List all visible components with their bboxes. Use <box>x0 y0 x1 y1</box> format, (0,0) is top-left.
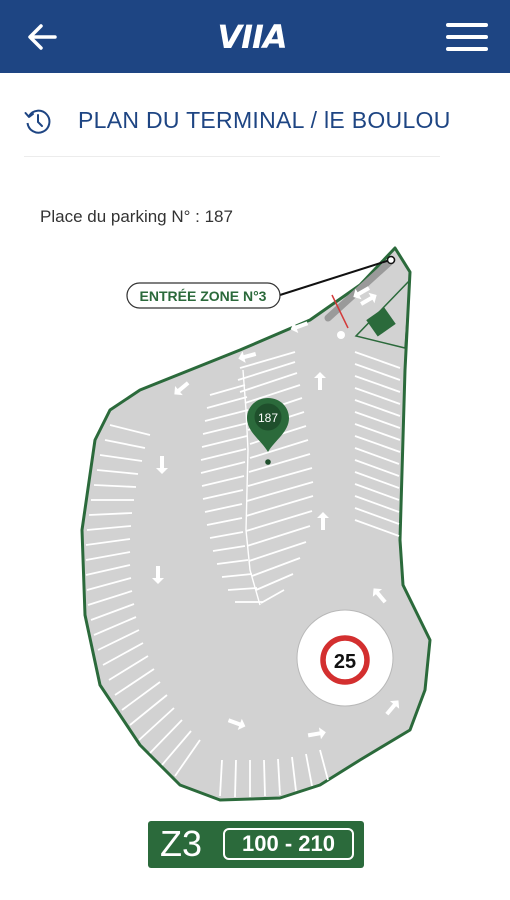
zone-code: Z3 <box>160 823 203 864</box>
logo-text: VIIA <box>217 18 287 56</box>
arrow-left-icon <box>28 24 57 50</box>
zone-range-box: 100 - 210 <box>223 828 354 860</box>
zone-badge: Z3 100 - 210 <box>148 821 364 868</box>
zone-range: 100 - 210 <box>242 831 335 856</box>
barrier-post <box>337 331 345 339</box>
hamburger-menu-icon <box>446 23 488 51</box>
history-icon <box>24 109 51 134</box>
page-header: PLAN DU TERMINAL / lE BOULOU <box>24 100 464 144</box>
page-title: PLAN DU TERMINAL / lE BOULOU <box>78 107 451 133</box>
entrance-label: ENTRÉE ZONE N°3 <box>140 288 267 304</box>
speed-limit-value: 25 <box>334 651 356 673</box>
viia-logo[interactable]: VIIA <box>212 14 292 60</box>
speed-limit-sign: 25 <box>320 635 370 685</box>
parking-map: 25 ENTRÉE ZONE N°3 187 <box>80 246 432 802</box>
top-navigation-bar: VIIA <box>0 0 510 73</box>
parking-spot-label: Place du parking N° : 187 <box>40 207 233 226</box>
entrance-pointer-dot <box>386 255 396 265</box>
pin-spot-number: 187 <box>258 411 278 425</box>
divider <box>24 156 440 157</box>
back-button[interactable] <box>22 18 62 56</box>
menu-button[interactable] <box>444 20 490 54</box>
pin-target-dot <box>265 459 271 465</box>
